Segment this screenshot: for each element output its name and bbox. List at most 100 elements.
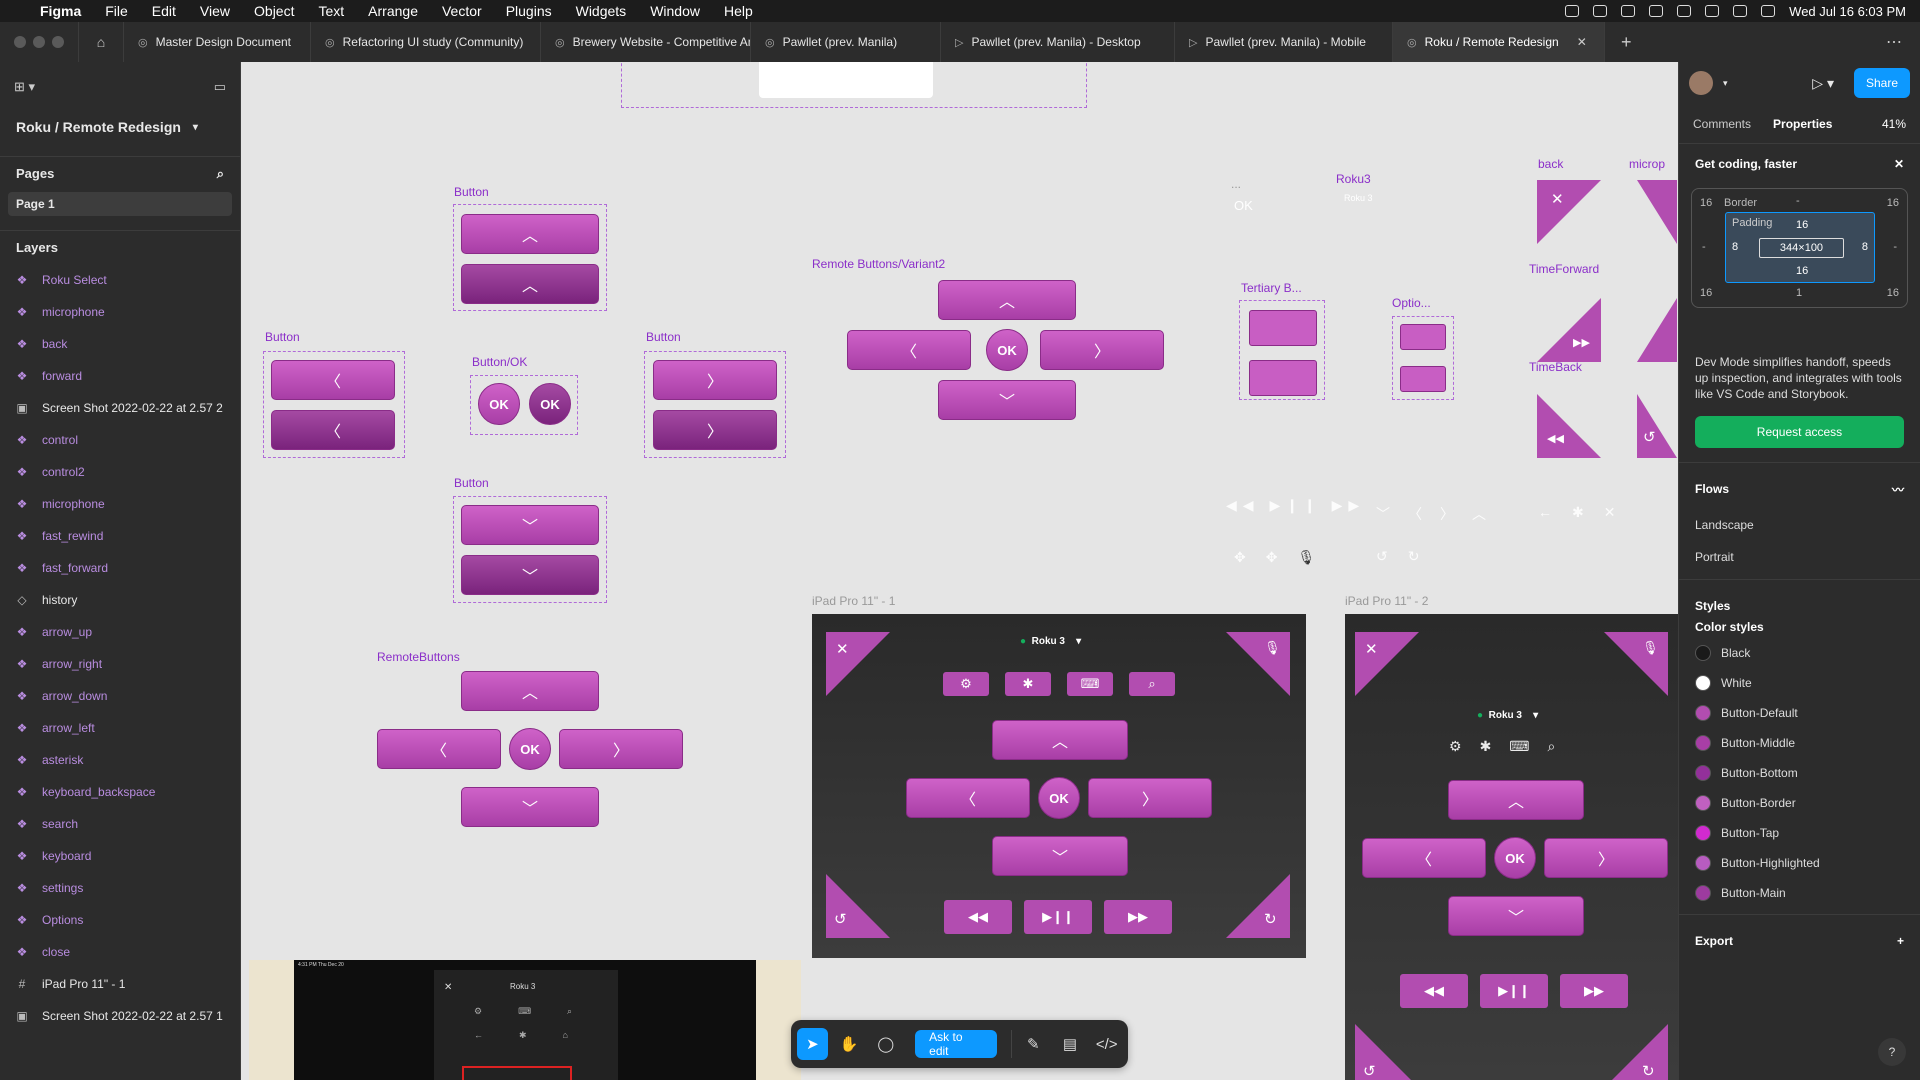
remote-up-button[interactable]: ︿ xyxy=(461,671,599,711)
component-label[interactable]: Remote Buttons/Variant2 xyxy=(812,257,945,271)
close-tab-icon[interactable]: ✕ xyxy=(1577,35,1587,49)
ok-button[interactable]: OK xyxy=(478,383,520,425)
component-label[interactable]: Button xyxy=(454,476,489,490)
tab-refactoring-ui[interactable]: ◎ Refactoring UI study (Community) xyxy=(311,22,541,62)
tab-comments[interactable]: Comments xyxy=(1693,117,1751,131)
status-figma-icon[interactable] xyxy=(1565,5,1580,17)
ipad1-ok-button[interactable]: OK xyxy=(1038,777,1080,819)
component-label[interactable]: Button xyxy=(454,185,489,199)
menu-window[interactable]: Window xyxy=(638,3,712,19)
device-selector[interactable]: ● Roku 3 ▾ xyxy=(1477,710,1538,721)
layer-item[interactable]: # iPad Pro 11" - 1 xyxy=(0,968,240,1000)
variant-ok-button[interactable]: OK xyxy=(986,329,1028,371)
comment-tool-icon[interactable]: ◯ xyxy=(870,1028,901,1060)
dev-mode-icon[interactable]: ▤ xyxy=(1055,1028,1086,1060)
code-icon[interactable]: </> xyxy=(1091,1028,1122,1060)
layer-item[interactable]: ❖ forward xyxy=(0,360,240,392)
color-style-item[interactable]: Button-Border xyxy=(1679,788,1920,818)
frame-label[interactable]: iPad Pro 11" - 1 xyxy=(812,594,895,608)
tab-pawllet-mobile[interactable]: ▷ Pawllet (prev. Manila) - Mobile xyxy=(1175,22,1393,62)
layer-item[interactable]: ❖ fast_rewind xyxy=(0,520,240,552)
rewind-button[interactable]: ◀◀ xyxy=(944,900,1012,934)
menu-view[interactable]: View xyxy=(188,3,242,19)
menu-arrange[interactable]: Arrange xyxy=(356,3,430,19)
ipad2-up-button[interactable]: ︿ xyxy=(1448,780,1584,820)
media-icons-row[interactable]: ◀◀ ▶❙❙ ▶▶ xyxy=(1226,497,1365,514)
arrow-down-button-pressed[interactable]: ﹀ xyxy=(461,555,599,595)
menu-text[interactable]: Text xyxy=(306,3,356,19)
menu-app-name[interactable]: Figma xyxy=(28,3,93,19)
arrow-left-button-pressed[interactable]: 〈 xyxy=(271,410,395,450)
flow-portrait[interactable]: Portrait xyxy=(1679,541,1920,573)
tab-pawllet-desktop[interactable]: ▷ Pawllet (prev. Manila) - Desktop xyxy=(941,22,1175,62)
layer-item[interactable]: ❖ asterisk xyxy=(0,744,240,776)
keyboard-button[interactable]: ⌨ xyxy=(1067,672,1113,696)
color-style-item[interactable]: Button-Middle xyxy=(1679,728,1920,758)
remote-down-button[interactable]: ﹀ xyxy=(461,787,599,827)
flows-toggle-icon[interactable]: 〰 xyxy=(1892,481,1904,498)
design-canvas[interactable]: Button ︿ ︿ Button 〈 〈 Button/OK OK OK Bu… xyxy=(241,62,1678,1080)
status-wifi-icon[interactable] xyxy=(1705,5,1720,17)
component-label[interactable]: TimeForward xyxy=(1529,262,1599,276)
share-button[interactable]: Share xyxy=(1853,68,1910,98)
ipad2-ok-button[interactable]: OK xyxy=(1494,837,1536,879)
search-icon[interactable]: ⌕ xyxy=(217,166,224,182)
hand-tool-icon[interactable]: ✋ xyxy=(834,1028,865,1060)
tab-pawllet[interactable]: ◎ Pawllet (prev. Manila) xyxy=(751,22,941,62)
remote-ok-button[interactable]: OK xyxy=(509,728,551,770)
component-label[interactable]: ... xyxy=(1231,177,1241,191)
present-icon[interactable]: ▷ ▾ xyxy=(1812,75,1834,92)
close-window-button[interactable] xyxy=(14,36,26,48)
timeforward-component-alt[interactable] xyxy=(1637,298,1677,362)
component-label[interactable]: Tertiary B... xyxy=(1241,281,1302,295)
zoom-window-button[interactable] xyxy=(52,36,64,48)
component-label[interactable]: back xyxy=(1538,157,1563,171)
search-button[interactable]: ⌕ xyxy=(1129,672,1175,696)
layer-item[interactable]: ❖ settings xyxy=(0,872,240,904)
variant-up-button[interactable]: ︿ xyxy=(938,280,1076,320)
layer-item[interactable]: ❖ microphone xyxy=(0,296,240,328)
microphone-component[interactable] xyxy=(1637,180,1677,244)
draw-tool-icon[interactable]: ✎ xyxy=(1018,1028,1049,1060)
layer-item[interactable]: ❖ keyboard_backspace xyxy=(0,776,240,808)
tab-roku-remote[interactable]: ◎ Roku / Remote Redesign ✕ xyxy=(1393,22,1605,62)
asterisk-button[interactable]: ✱ xyxy=(1005,672,1051,696)
ipad1-up-button[interactable]: ︿ xyxy=(992,720,1128,760)
avatar[interactable] xyxy=(1689,71,1713,95)
tertiary-button[interactable] xyxy=(1249,310,1317,346)
ipad2-top-icons[interactable]: ⚙✱⌨⌕ xyxy=(1449,738,1573,755)
layer-item[interactable]: ❖ arrow_down xyxy=(0,680,240,712)
component-label[interactable]: Roku3 xyxy=(1336,172,1371,186)
ipad1-right-button[interactable]: 〉 xyxy=(1088,778,1212,818)
tab-brewery[interactable]: ◎ Brewery Website - Competitive An xyxy=(541,22,751,62)
layer-item[interactable]: ❖ keyboard xyxy=(0,840,240,872)
ipad2-left-button[interactable]: 〈 xyxy=(1362,838,1486,878)
menu-vector[interactable]: Vector xyxy=(430,3,494,19)
layer-item[interactable]: ❖ Roku Select xyxy=(0,264,240,296)
menu-help[interactable]: Help xyxy=(712,3,765,19)
fast-forward-button[interactable]: ▶▶ xyxy=(1104,900,1172,934)
tab-master-design[interactable]: ◎ Master Design Document xyxy=(124,22,311,62)
timeback-component-alt[interactable]: ↺ xyxy=(1637,394,1677,458)
ipad1-down-button[interactable]: ﹀ xyxy=(992,836,1128,876)
menu-edit[interactable]: Edit xyxy=(140,3,188,19)
remote-right-button[interactable]: 〉 xyxy=(559,729,683,769)
sidebar-toggle-icon[interactable]: ▭ xyxy=(214,79,226,95)
request-access-button[interactable]: Request access xyxy=(1695,416,1904,448)
menu-plugins[interactable]: Plugins xyxy=(494,3,564,19)
variant-left-button[interactable]: 〈 xyxy=(847,330,971,370)
status-search-icon[interactable] xyxy=(1733,5,1748,17)
arrow-up-button-pressed[interactable]: ︿ xyxy=(461,264,599,304)
minimize-window-button[interactable] xyxy=(33,36,45,48)
settings-button[interactable]: ⚙ xyxy=(943,672,989,696)
add-icon[interactable]: + xyxy=(1897,934,1904,948)
menubar-clock[interactable]: Wed Jul 16 6:03 PM xyxy=(1789,4,1906,19)
timeback-component[interactable]: ◀◀ xyxy=(1537,394,1601,458)
close-icon[interactable]: ✕ xyxy=(1894,157,1904,171)
history-icons-row[interactable]: ↺↻ xyxy=(1376,548,1439,565)
component-label[interactable]: TimeBack xyxy=(1529,360,1582,374)
action-icons-row[interactable]: ←✱✕ xyxy=(1538,504,1635,521)
ipad2-down-button[interactable]: ﹀ xyxy=(1448,896,1584,936)
color-style-item[interactable]: Black xyxy=(1679,638,1920,668)
tertiary-button-pressed[interactable] xyxy=(1249,360,1317,396)
